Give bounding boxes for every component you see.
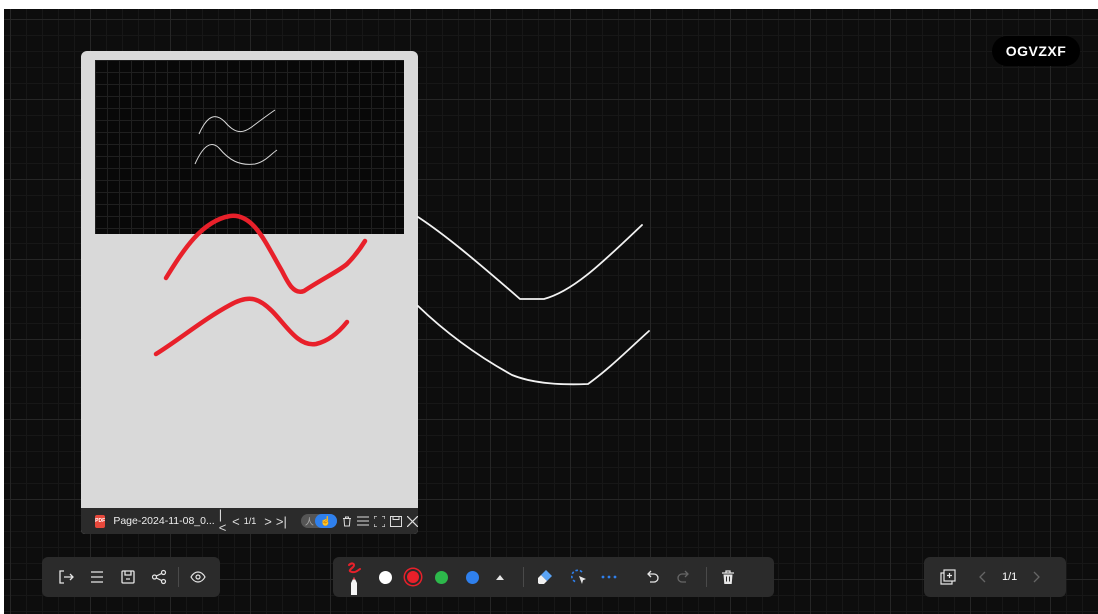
next-page-icon[interactable]: > [264, 515, 272, 528]
menu-icon[interactable] [86, 566, 108, 588]
expand-colors-icon[interactable] [489, 566, 511, 588]
add-page-icon[interactable] [937, 566, 959, 588]
drawing-toolbar [333, 557, 774, 597]
redo-icon[interactable] [672, 566, 694, 588]
color-green-swatch[interactable] [435, 570, 448, 584]
exit-icon[interactable] [55, 566, 77, 588]
document-menu-icon[interactable] [356, 516, 369, 526]
share-icon[interactable] [148, 566, 170, 588]
mode-option-b[interactable]: ☝ [314, 514, 337, 528]
last-page-icon[interactable]: >| [276, 515, 287, 528]
eraser-icon[interactable] [534, 566, 556, 588]
delete-trash-icon[interactable] [717, 566, 739, 588]
fullscreen-icon[interactable] [373, 515, 385, 527]
file-toolbar [42, 557, 220, 597]
document-page-preview [95, 60, 404, 234]
close-document-icon[interactable] [406, 515, 418, 527]
preview-stroke-1 [198, 109, 276, 135]
page-counter: 1/1 [1002, 571, 1018, 583]
view-eye-icon[interactable] [187, 566, 209, 588]
undo-icon[interactable] [642, 566, 664, 588]
save-icon[interactable] [117, 566, 139, 588]
mode-option-a[interactable]: 人 [305, 515, 314, 528]
color-blue-swatch[interactable] [466, 570, 479, 584]
preview-stroke-2 [194, 144, 278, 165]
white-ink-stroke-1 [417, 216, 643, 300]
toolbar-divider [178, 567, 179, 587]
color-white-swatch[interactable] [379, 570, 392, 584]
document-save-icon[interactable] [389, 515, 402, 527]
whiteboard-canvas[interactable]: PDF Page-2024-11-08_0... |< < 1/1 > >| 人… [4, 9, 1098, 614]
document-page-indicator: 1/1 [243, 516, 257, 526]
document-viewer[interactable]: PDF Page-2024-11-08_0... |< < 1/1 > >| 人… [81, 51, 418, 534]
preview-strokes [194, 109, 278, 165]
toolbar-divider [706, 567, 707, 587]
pdf-file-icon: PDF [95, 514, 106, 528]
document-file-name: Page-2024-11-08_0... [113, 515, 215, 527]
prev-board-page-icon[interactable] [971, 566, 993, 588]
lasso-select-icon[interactable] [568, 566, 590, 588]
page-toolbar: 1/1 [924, 557, 1066, 597]
color-red-swatch-selected[interactable] [407, 571, 419, 583]
interaction-mode-toggle[interactable]: 人 ☝ [300, 514, 337, 528]
toolbar-divider [523, 567, 524, 587]
first-page-icon[interactable]: |< [219, 508, 228, 534]
next-board-page-icon[interactable] [1026, 566, 1048, 588]
prev-page-icon[interactable]: < [232, 515, 240, 528]
document-trash-icon[interactable] [342, 516, 352, 527]
more-tools-icon[interactable] [598, 566, 620, 588]
pen-tool-icon[interactable] [343, 559, 365, 595]
document-toolbar: PDF Page-2024-11-08_0... |< < 1/1 > >| 人… [81, 508, 418, 534]
white-ink-stroke-2 [417, 305, 650, 386]
room-code-badge[interactable]: OGVZXF [992, 36, 1080, 66]
